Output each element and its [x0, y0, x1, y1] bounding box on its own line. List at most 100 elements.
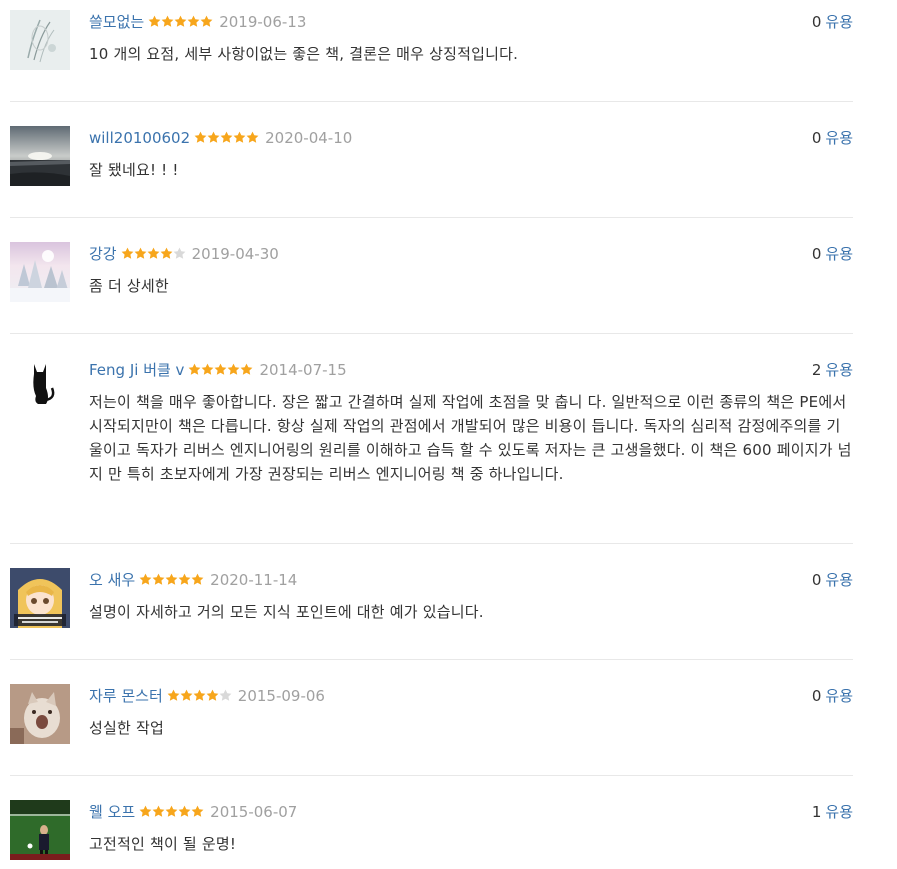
star-filled-icon: [160, 247, 173, 259]
review-username[interactable]: will20100602: [89, 129, 190, 147]
helpful-button[interactable]: 유용: [825, 13, 853, 31]
avatar[interactable]: [10, 568, 70, 628]
star-filled-icon: [121, 247, 134, 259]
star-filled-icon: [220, 131, 233, 143]
rating-stars: [148, 11, 213, 35]
review-username[interactable]: 강강: [89, 245, 117, 263]
star-filled-icon: [178, 805, 191, 817]
star-filled-icon: [134, 247, 147, 259]
star-filled-icon: [139, 805, 152, 817]
review-username[interactable]: 오 새우: [89, 571, 135, 589]
review-username[interactable]: 웰 오프: [89, 803, 135, 821]
helpful-vote: 0 유용: [812, 568, 853, 592]
star-filled-icon: [193, 689, 206, 701]
star-filled-icon: [161, 15, 174, 27]
review-item: 웰 오프 2015-06-07 1 유용 고전적인 책이 될 운명!: [10, 800, 853, 869]
review-username[interactable]: 쓸모없는: [89, 13, 144, 31]
star-filled-icon: [215, 363, 227, 375]
rating-stars: [188, 359, 253, 383]
review-item: 오 새우 2020-11-14 0 유용 설명이 자세하고 거의 모든 지식 포인트…: [10, 568, 853, 660]
helpful-vote: 0 유용: [812, 126, 853, 150]
helpful-button[interactable]: 유용: [825, 245, 853, 263]
rating-stars: [194, 127, 259, 151]
star-filled-icon: [187, 15, 200, 27]
star-filled-icon: [246, 131, 259, 143]
rating-stars: [167, 685, 232, 709]
helpful-button[interactable]: 유용: [825, 571, 853, 589]
star-filled-icon: [152, 805, 165, 817]
star-filled-icon: [191, 805, 204, 817]
star-filled-icon: [148, 15, 161, 27]
star-filled-icon: [228, 363, 240, 375]
review-date: 2015-06-07: [210, 803, 298, 821]
helpful-vote: 1 유용: [812, 800, 853, 824]
helpful-button[interactable]: 유용: [825, 129, 853, 147]
soccer-field-avatar-image: [10, 800, 70, 860]
review-item: 쓸모없는 2019-06-13 0 유용 10 개의 요점, 세부 사항이없는 좋은…: [10, 10, 853, 102]
helpful-count: 0: [811, 571, 822, 589]
star-empty-icon: [219, 689, 232, 701]
helpful-button[interactable]: 유용: [825, 361, 853, 379]
star-filled-icon: [174, 15, 187, 27]
star-filled-icon: [206, 689, 219, 701]
review-header: 쓸모없는 2019-06-13: [89, 10, 306, 34]
helpful-count: 0: [811, 129, 822, 147]
star-empty-icon: [173, 247, 186, 259]
star-filled-icon: [189, 363, 201, 375]
kitten-avatar-image: [10, 684, 70, 744]
helpful-button[interactable]: 유용: [825, 803, 853, 821]
review-username[interactable]: 자루 몬스터: [89, 687, 163, 705]
star-filled-icon: [147, 247, 160, 259]
review-date: 2020-04-10: [265, 129, 353, 147]
review-text: 고전적인 책이 될 운명!: [89, 835, 237, 853]
star-filled-icon: [165, 805, 178, 817]
star-filled-icon: [167, 689, 180, 701]
review-text: 잘 됐네요! ! !: [89, 161, 179, 179]
star-filled-icon: [241, 363, 253, 375]
review-date: 2019-04-30: [191, 245, 279, 263]
star-filled-icon: [202, 363, 214, 375]
star-filled-icon: [165, 573, 178, 585]
review-item: will20100602 2020-04-10 0 유용 잘 됐네요! ! !: [10, 126, 853, 218]
helpful-button[interactable]: 유용: [825, 687, 853, 705]
rating-stars: [139, 569, 204, 593]
avatar[interactable]: [10, 242, 70, 302]
review-text: 좀 더 상세한: [89, 277, 169, 295]
review-header: Feng Ji 버클 v 2014-07-15: [89, 358, 347, 382]
star-filled-icon: [191, 573, 204, 585]
avatar[interactable]: [10, 684, 70, 744]
helpful-vote: 0 유용: [812, 10, 853, 34]
helpful-count: 0: [811, 13, 822, 31]
star-filled-icon: [139, 573, 152, 585]
review-username[interactable]: Feng Ji 버클 v: [89, 361, 184, 379]
review-date: 2015-09-06: [237, 687, 325, 705]
star-filled-icon: [178, 573, 191, 585]
helpful-count: 1: [811, 803, 822, 821]
review-header: 강강 2019-04-30: [89, 242, 279, 266]
helpful-count: 2: [811, 361, 822, 379]
review-date: 2019-06-13: [219, 13, 307, 31]
avatar[interactable]: [10, 10, 70, 70]
review-item: 강강 2019-04-30 0 유용 좀 더 상세한: [10, 242, 853, 334]
avatar[interactable]: [10, 126, 70, 186]
rating-stars: [121, 243, 186, 267]
rating-stars: [139, 801, 204, 825]
star-filled-icon: [180, 689, 193, 701]
lake-sunset-avatar-image: [10, 126, 70, 186]
star-filled-icon: [207, 131, 220, 143]
review-item: 자루 몬스터 2015-09-06 0 유용 성실한 작업: [10, 684, 853, 776]
helpful-vote: 0 유용: [812, 684, 853, 708]
helpful-vote: 2 유용: [812, 358, 853, 382]
star-filled-icon: [200, 15, 213, 27]
helpful-count: 0: [811, 687, 822, 705]
sketch-avatar-image: [10, 10, 70, 70]
star-filled-icon: [194, 131, 207, 143]
star-filled-icon: [233, 131, 246, 143]
avatar[interactable]: [10, 358, 70, 418]
review-text: 저는이 책을 매우 좋아합니다. 장은 짧고 간결하며 실제 작업에 초점을 맞…: [89, 393, 852, 483]
avatar[interactable]: [10, 800, 70, 860]
review-text: 설명이 자세하고 거의 모든 지식 포인트에 대한 예가 있습니다.: [89, 603, 484, 621]
review-header: 웰 오프 2015-06-07: [89, 800, 297, 824]
review-date: 2020-11-14: [210, 571, 298, 589]
helpful-count: 0: [811, 245, 822, 263]
